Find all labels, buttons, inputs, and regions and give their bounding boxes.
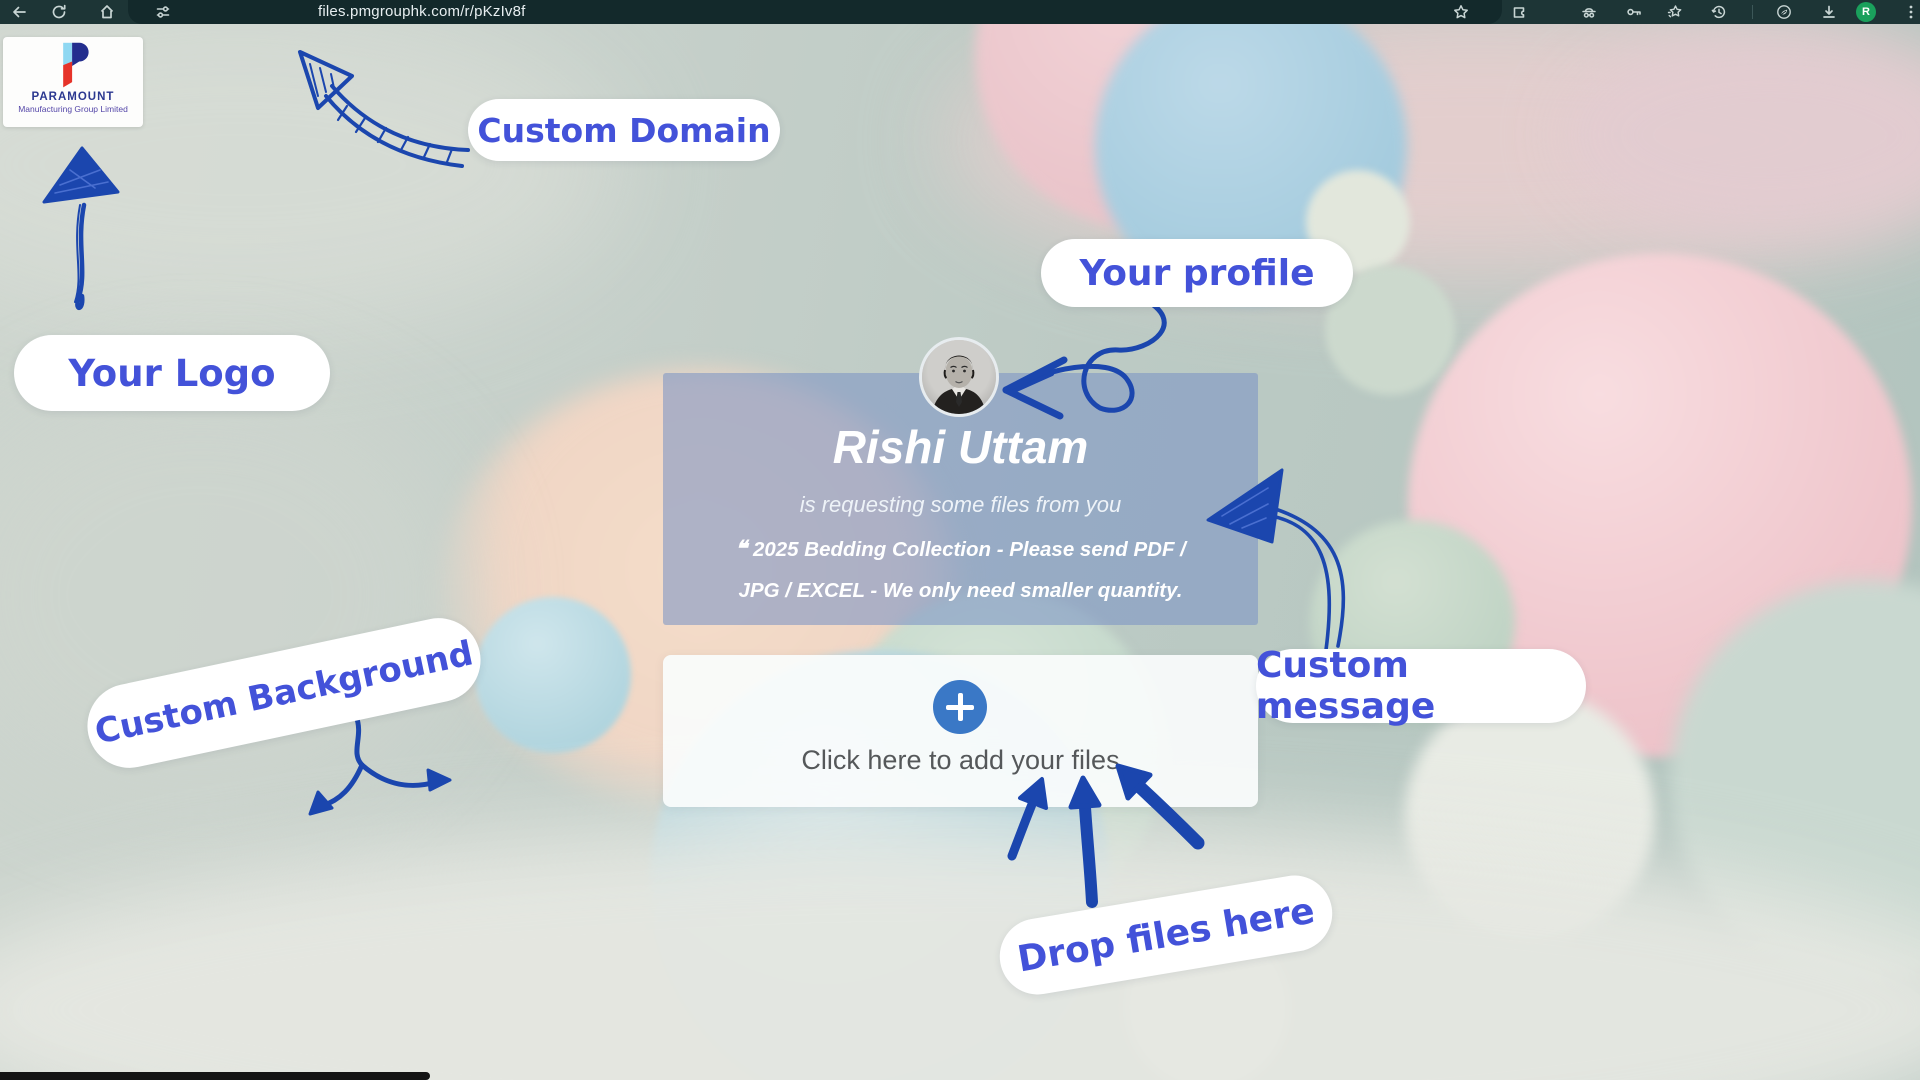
incognito-icon[interactable] <box>1580 3 1598 21</box>
toolbar-separator <box>1752 5 1753 19</box>
annotation-label: Custom message <box>1256 645 1586 727</box>
logo-tagline: Manufacturing Group Limited <box>3 104 143 114</box>
annotation-label: Custom Domain <box>477 111 770 150</box>
request-message-text: 2025 Bedding Collection - Please send PD… <box>739 538 1186 602</box>
video-progress-bar <box>0 1072 430 1080</box>
quote-icon: ❝ <box>735 536 747 561</box>
profile-avatar[interactable]: R <box>1856 2 1876 22</box>
avatar-portrait <box>922 340 996 414</box>
add-files-plus-icon[interactable] <box>933 680 987 734</box>
annotation-custom-message: Custom message <box>1256 649 1586 723</box>
annotation-label: Your Logo <box>68 352 275 395</box>
annotation-your-logo: Your Logo <box>14 335 330 411</box>
home-icon[interactable] <box>98 3 116 21</box>
site-settings-icon[interactable] <box>154 3 172 21</box>
requester-avatar <box>919 337 999 417</box>
annotation-label: Your profile <box>1079 253 1314 294</box>
paramount-logo-mark <box>53 41 93 91</box>
performance-leaf-icon[interactable] <box>1775 3 1793 21</box>
history-icon[interactable] <box>1710 3 1728 21</box>
screenshot-root: files.pmgrouphk.com/r/pKzIv8f R <box>0 0 1920 1080</box>
extensions-icon[interactable] <box>1510 3 1528 21</box>
favorites-sparkle-icon[interactable] <box>1666 3 1684 21</box>
requester-name: Rishi Uttam <box>663 420 1258 474</box>
url-text[interactable]: files.pmgrouphk.com/r/pKzIv8f <box>318 3 526 20</box>
request-message: ❝2025 Bedding Collection - Please send P… <box>713 528 1208 611</box>
address-bar[interactable]: files.pmgrouphk.com/r/pKzIv8f <box>128 0 1502 24</box>
upload-dropzone[interactable]: Click here to add your files <box>663 655 1258 807</box>
upload-label: Click here to add your files <box>663 745 1258 776</box>
annotation-custom-domain: Custom Domain <box>468 99 780 161</box>
reload-icon[interactable] <box>50 3 68 21</box>
annotation-your-profile: Your profile <box>1041 239 1353 307</box>
bookmark-star-icon[interactable] <box>1452 3 1470 21</box>
back-icon[interactable] <box>10 3 28 21</box>
bg-sphere <box>475 597 631 753</box>
download-icon[interactable] <box>1820 3 1838 21</box>
browser-toolbar: files.pmgrouphk.com/r/pKzIv8f R <box>0 0 1920 24</box>
menu-kebab-icon[interactable] <box>1902 3 1920 21</box>
logo-company-name: PARAMOUNT <box>3 91 143 104</box>
company-logo: PARAMOUNT Manufacturing Group Limited <box>3 37 143 127</box>
request-subtitle: is requesting some files from you <box>663 492 1258 518</box>
password-key-icon[interactable] <box>1625 3 1643 21</box>
